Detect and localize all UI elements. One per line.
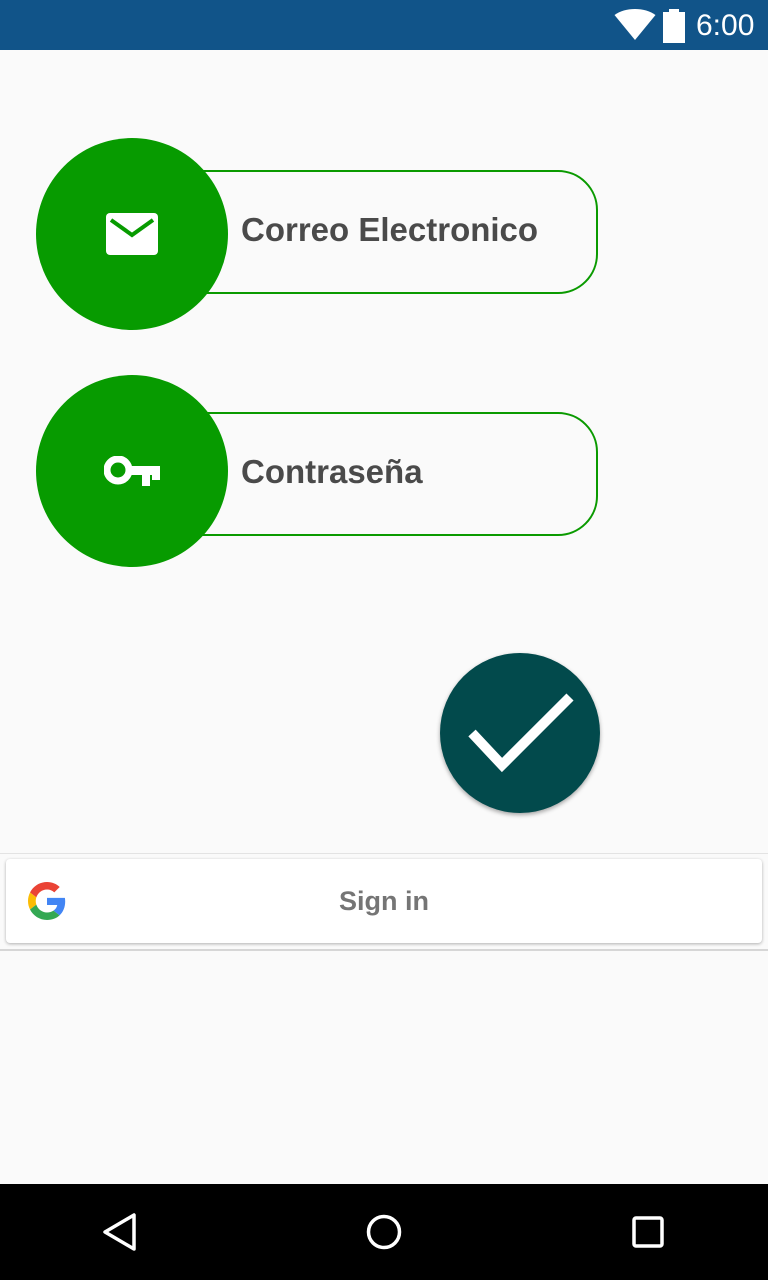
- email-icon: [106, 213, 158, 255]
- email-field-label[interactable]: Correo Electronico: [241, 210, 538, 250]
- home-icon[interactable]: [364, 1212, 404, 1252]
- confirm-button[interactable]: [440, 653, 600, 813]
- recents-icon[interactable]: [628, 1212, 668, 1252]
- key-icon: [104, 456, 160, 486]
- login-screen: 6:00 Correo Electronico Contraseña Sign …: [0, 0, 768, 1280]
- status-bar: 6:00: [0, 0, 768, 50]
- google-sign-in-label: Sign in: [339, 886, 429, 916]
- back-icon[interactable]: [100, 1212, 140, 1252]
- navigation-bar: [0, 1184, 768, 1280]
- password-icon-badge: [36, 375, 228, 567]
- divider: [0, 853, 768, 854]
- status-time: 6:00: [696, 9, 755, 42]
- checkmark-icon: [468, 693, 574, 773]
- password-field-label[interactable]: Contraseña: [241, 452, 423, 492]
- wifi-icon: [614, 9, 656, 40]
- google-sign-in-button[interactable]: Sign in: [6, 859, 762, 943]
- email-icon-badge: [36, 138, 228, 330]
- divider: [0, 949, 768, 951]
- battery-icon: [663, 9, 685, 43]
